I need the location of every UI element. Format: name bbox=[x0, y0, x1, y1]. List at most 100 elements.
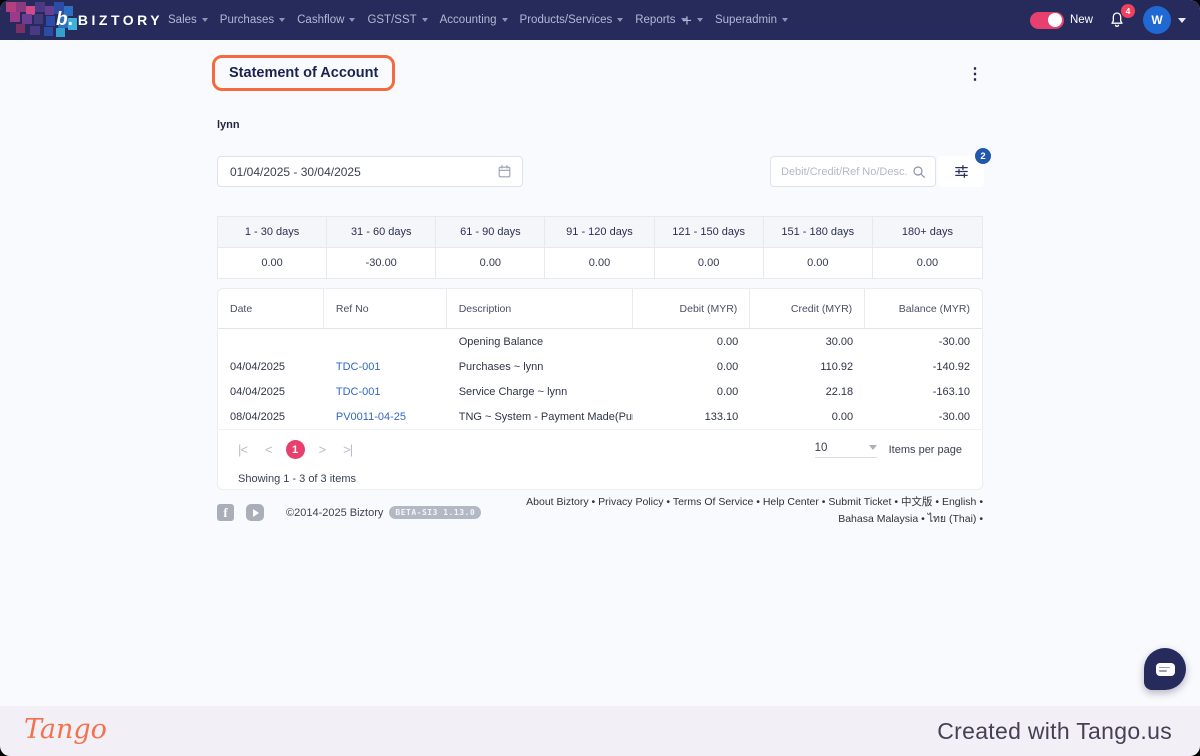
pagination-bar: |< < 1 > >| 10 Items per page bbox=[218, 429, 982, 469]
cell-debit: 133.10 bbox=[704, 410, 739, 423]
aging-value-cell: 0.00 bbox=[916, 257, 939, 269]
tango-logo[interactable]: Tango bbox=[24, 714, 107, 745]
last-page-button[interactable]: >| bbox=[339, 440, 356, 459]
date-range-input[interactable]: 01/04/2025 - 30/04/2025 bbox=[217, 156, 523, 187]
tango-credit-link[interactable]: Created with Tango.us bbox=[937, 718, 1172, 745]
cell-description: TNG ~ System - Payment Made(Purch... bbox=[458, 410, 634, 423]
navbar-right: New 4 W bbox=[1029, 0, 1186, 40]
footer-link[interactable]: About Biztory bbox=[526, 496, 598, 508]
cell-balance: -30.00 bbox=[938, 410, 970, 423]
aging-header-cell: 121 - 150 days bbox=[655, 217, 764, 247]
column-header-ref-no[interactable]: Ref No bbox=[324, 289, 447, 328]
nav-add-button[interactable]: + bbox=[682, 12, 703, 29]
column-header-balance[interactable]: Balance (MYR) bbox=[865, 289, 982, 328]
new-version-toggle[interactable] bbox=[1029, 11, 1064, 29]
aging-summary-table: 1 - 30 days 31 - 60 days 61 - 90 days 91 - … bbox=[217, 216, 983, 279]
next-page-button[interactable]: > bbox=[315, 440, 330, 459]
footer-link[interactable]: English bbox=[942, 496, 983, 508]
footer-link[interactable]: Privacy Policy bbox=[598, 496, 673, 508]
kebab-icon: ⋮ bbox=[967, 66, 983, 83]
date-range-value: 01/04/2025 - 30/04/2025 bbox=[230, 164, 361, 179]
chevron-down-icon bbox=[1178, 17, 1186, 23]
search-filter-group: 2 bbox=[770, 148, 991, 187]
chat-launcher-button[interactable] bbox=[1144, 648, 1186, 690]
transactions-body: Opening Balance 0.00 30.00 -30.00 04/04/… bbox=[218, 329, 982, 429]
column-header-date[interactable]: Date bbox=[218, 289, 324, 328]
youtube-icon[interactable] bbox=[246, 504, 264, 521]
advanced-filter-button[interactable]: 2 bbox=[938, 148, 991, 187]
first-page-button[interactable]: |< bbox=[234, 440, 251, 459]
nav-menu-item[interactable]: Accounting bbox=[440, 14, 508, 26]
pagination-controls: |< < 1 > >| bbox=[234, 440, 356, 459]
cell-date bbox=[218, 329, 324, 354]
footer-link[interactable]: 中文版 bbox=[901, 496, 942, 508]
new-version-toggle-group: New bbox=[1029, 11, 1093, 29]
footer-link[interactable]: Help Center bbox=[763, 496, 829, 508]
column-header-debit[interactable]: Debit (MYR) bbox=[633, 289, 751, 328]
cell-date: 04/04/2025 bbox=[230, 360, 286, 373]
notifications-button[interactable]: 4 bbox=[1107, 4, 1135, 32]
tango-highlight-box: Statement of Account bbox=[212, 55, 396, 91]
cell-credit: 30.00 bbox=[825, 335, 854, 348]
cell-ref-no-link[interactable]: TDC-001 bbox=[324, 379, 447, 404]
cell-debit: 0.00 bbox=[716, 335, 739, 348]
items-per-page-label: Items per page bbox=[888, 443, 962, 456]
aging-values-row: 0.00 -30.00 0.00 0.00 0.00 0.00 0.00 bbox=[218, 248, 982, 278]
table-row: 04/04/2025 TDC-001 Service Charge ~ lynn… bbox=[218, 379, 982, 404]
nav-menu-item[interactable]: Cashflow bbox=[297, 14, 356, 26]
cell-ref-no-link[interactable] bbox=[324, 329, 447, 354]
biztory-logo[interactable]: b. BIZTORY bbox=[56, 0, 163, 40]
cell-ref-no-link[interactable]: PV0011-04-25 bbox=[324, 404, 447, 429]
aging-header-cell: 61 - 90 days bbox=[436, 217, 546, 247]
aging-header-cell: 180+ days bbox=[901, 226, 953, 238]
facebook-icon[interactable]: f bbox=[217, 504, 234, 521]
aging-value-cell: -30.00 bbox=[327, 248, 437, 278]
cell-balance: -163.10 bbox=[932, 385, 970, 398]
biztory-app-window: b. BIZTORY Sales Purchases Cashflow GST/… bbox=[0, 0, 1200, 706]
footer-link[interactable]: Bahasa Malaysia bbox=[838, 513, 927, 525]
search-input[interactable] bbox=[781, 165, 911, 178]
nav-menu-item[interactable]: GST/SST bbox=[367, 14, 428, 26]
table-row: Opening Balance 0.00 30.00 -30.00 bbox=[218, 329, 982, 354]
aging-header-cell: 1 - 30 days bbox=[218, 217, 328, 247]
previous-page-button[interactable]: < bbox=[261, 440, 276, 459]
cell-description: Opening Balance bbox=[458, 335, 544, 348]
aging-value-cell: 0.00 bbox=[218, 248, 328, 278]
toggle-knob bbox=[1048, 13, 1063, 27]
user-menu[interactable]: W bbox=[1143, 6, 1186, 34]
cell-date: 08/04/2025 bbox=[230, 410, 286, 423]
customer-name: lynn bbox=[217, 119, 240, 131]
chevron-down-icon bbox=[868, 445, 877, 450]
table-row: 04/04/2025 TDC-001 Purchases ~ lynn 0.00… bbox=[218, 354, 982, 379]
active-filters-badge: 2 bbox=[975, 148, 991, 164]
search-icon[interactable] bbox=[911, 164, 927, 180]
chevron-down-icon bbox=[501, 18, 508, 22]
more-options-button[interactable]: ⋮ bbox=[961, 63, 989, 86]
chevron-down-icon bbox=[696, 18, 703, 22]
items-per-page-group: 10 Items per page bbox=[814, 442, 962, 458]
footer-links-row1: About BiztoryPrivacy PolicyTerms Of Serv… bbox=[423, 494, 983, 511]
aging-header-cell: 151 - 180 days bbox=[764, 217, 873, 247]
cell-balance: -30.00 bbox=[938, 335, 970, 348]
nav-menu-item[interactable]: Sales bbox=[168, 14, 208, 26]
nav-menu-item[interactable]: Products/Services bbox=[520, 14, 624, 26]
footer-link[interactable]: Terms Of Service bbox=[673, 496, 763, 508]
footer-link[interactable]: ไทย (Thai) bbox=[928, 513, 983, 525]
current-page-button[interactable]: 1 bbox=[285, 440, 305, 459]
chevron-down-icon bbox=[782, 18, 788, 22]
nav-menu-item[interactable]: Purchases bbox=[220, 14, 286, 26]
cell-debit: 0.00 bbox=[716, 360, 739, 373]
nav-menu-item-superadmin[interactable]: Superadmin bbox=[715, 14, 788, 26]
cell-description: Purchases ~ lynn bbox=[458, 360, 544, 373]
main-nav-menu: Sales Purchases Cashflow GST/SST Account… bbox=[168, 0, 687, 40]
column-header-credit[interactable]: Credit (MYR) bbox=[750, 289, 866, 328]
nav-menu-item[interactable]: Reports bbox=[635, 14, 687, 26]
column-header-description[interactable]: Description bbox=[447, 289, 634, 328]
items-per-page-select[interactable]: 10 bbox=[814, 442, 877, 458]
cell-description: Service Charge ~ lynn bbox=[458, 385, 568, 398]
footer-link[interactable]: Submit Ticket bbox=[828, 496, 901, 508]
cell-ref-no-link[interactable]: TDC-001 bbox=[324, 354, 447, 379]
chevron-down-icon bbox=[617, 18, 624, 22]
table-row: 08/04/2025 PV0011-04-25 TNG ~ System - P… bbox=[218, 404, 982, 429]
page-title: Statement of Account bbox=[229, 65, 379, 81]
